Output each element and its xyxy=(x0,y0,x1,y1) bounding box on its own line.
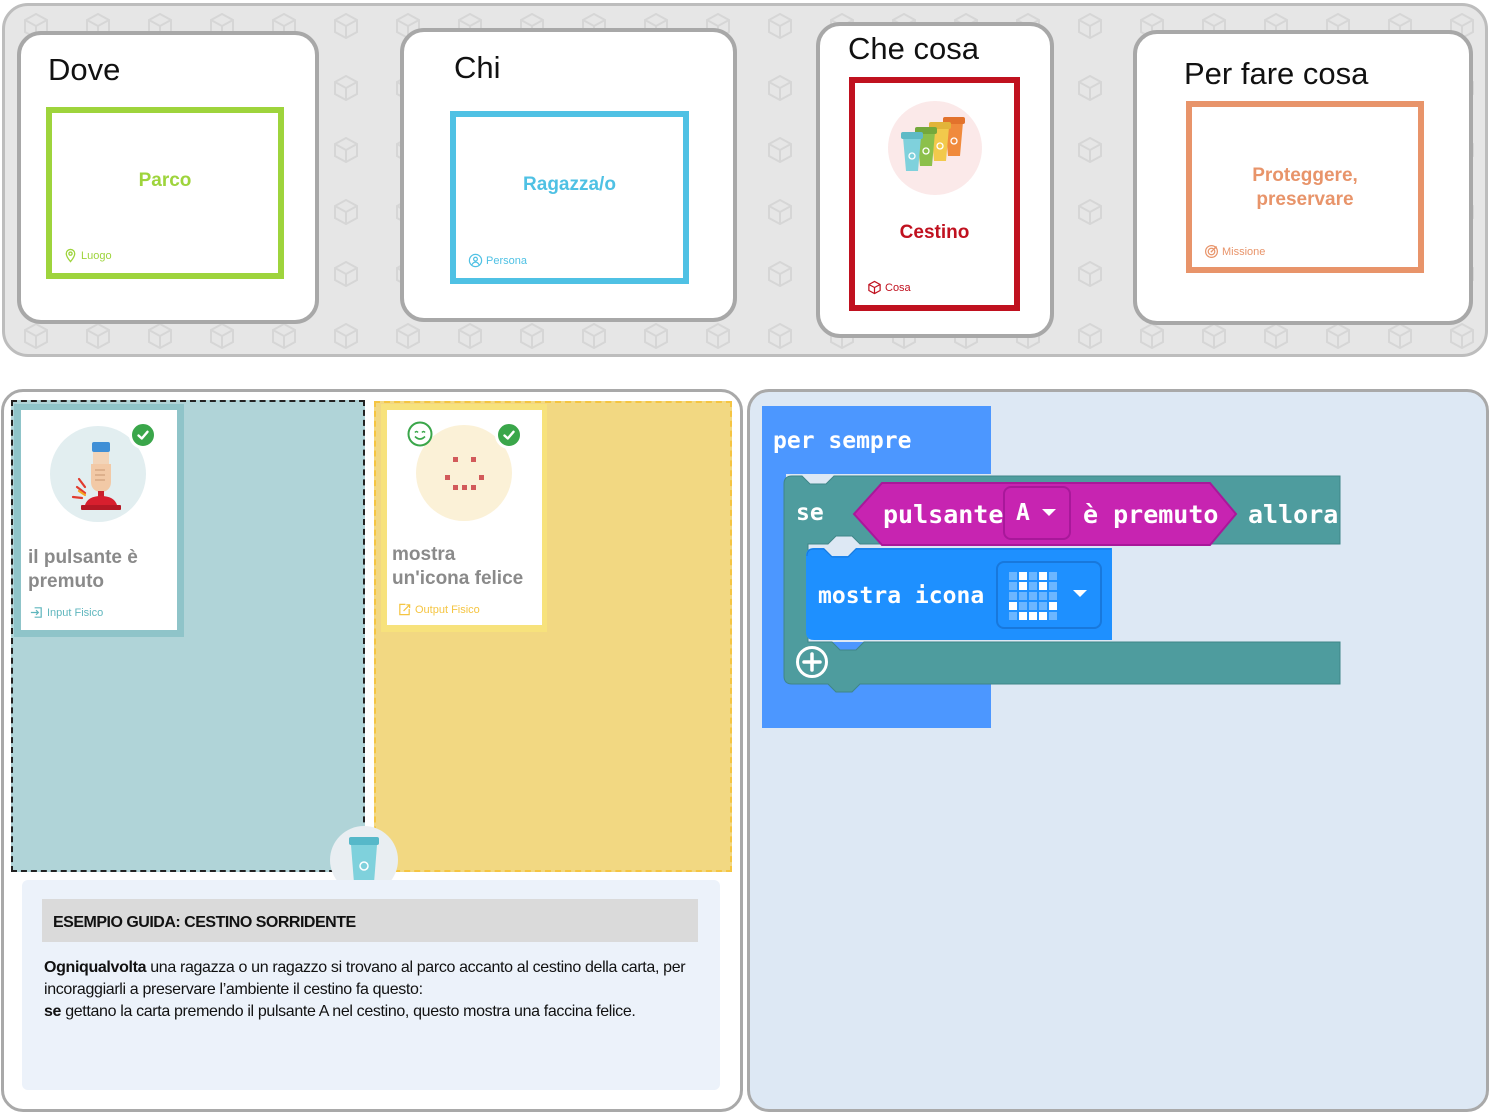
input-arrow-icon xyxy=(30,607,42,618)
card-tag-label: Cosa xyxy=(885,281,911,294)
output-card-label: mostra un'icona felice xyxy=(392,544,524,589)
input-card-label: il pulsante è premuto xyxy=(28,547,138,592)
pulsante-label: pulsante xyxy=(883,500,1004,529)
slot-title-che-cosa: Che cosa xyxy=(848,31,979,66)
button-value[interactable]: A xyxy=(1016,500,1030,526)
add-else-button[interactable] xyxy=(795,645,829,679)
card-tag-cosa: Cosa xyxy=(867,280,911,295)
bin-icon xyxy=(330,826,398,888)
pressed-label: è premuto xyxy=(1083,500,1219,529)
guide-bold-ogniqualvolta: Ogniqualvolta xyxy=(44,959,147,976)
card-label-parco: Parco xyxy=(138,170,192,191)
output-card-tag: Output Fisico xyxy=(397,602,480,617)
cube-icon xyxy=(868,280,881,295)
check-icon xyxy=(495,421,523,449)
if-label: se xyxy=(796,500,824,526)
slot-title-per-fare-cosa: Per fare cosa xyxy=(1184,56,1369,91)
guide-sentence-2: gettano la carta premendo il pulsante A … xyxy=(61,1003,636,1020)
card-label-ragazza: Ragazza/o xyxy=(523,174,616,195)
button-dropdown[interactable] xyxy=(1003,486,1071,540)
card-label-proteggere: Proteggere, preservare xyxy=(1252,165,1358,210)
recycling-bins-icon xyxy=(888,101,982,195)
target-icon xyxy=(1204,244,1219,259)
input-card-tag: Input Fisico xyxy=(29,605,103,620)
chevron-down-icon[interactable] xyxy=(1072,589,1088,599)
guide-bold-se: se xyxy=(44,1003,62,1020)
output-card-tag-label: Output Fisico xyxy=(415,603,480,616)
card-tag-label: Persona xyxy=(486,254,527,267)
slot-title-chi: Chi xyxy=(454,50,501,85)
card-tag-persona: Persona xyxy=(468,253,527,268)
card-tag-missione: Missione xyxy=(1204,244,1265,259)
chevron-down-icon[interactable] xyxy=(1041,508,1057,518)
then-label: allora xyxy=(1248,500,1339,529)
smiley-icon xyxy=(407,421,433,447)
card-tag-luogo: Luogo xyxy=(63,248,112,263)
check-icon xyxy=(129,421,157,449)
input-card-tag-label: Input Fisico xyxy=(47,606,104,619)
guide-title: ESEMPIO GUIDA: CESTINO SORRIDENTE xyxy=(53,914,356,931)
person-icon xyxy=(468,253,483,268)
slot-title-dove: Dove xyxy=(48,52,121,87)
location-pin-icon xyxy=(65,248,76,263)
card-label-cestino: Cestino xyxy=(899,222,970,243)
card-tag-label: Luogo xyxy=(81,249,112,262)
guide-text: Ogniqualvolta una ragazza o un ragazzo s… xyxy=(44,957,714,1023)
forever-label: per sempre xyxy=(773,428,912,454)
show-icon-label: mostra icona xyxy=(818,583,985,609)
led-grid-icon xyxy=(1009,572,1057,620)
output-arrow-icon xyxy=(399,603,411,616)
card-tag-label: Missione xyxy=(1222,245,1266,258)
